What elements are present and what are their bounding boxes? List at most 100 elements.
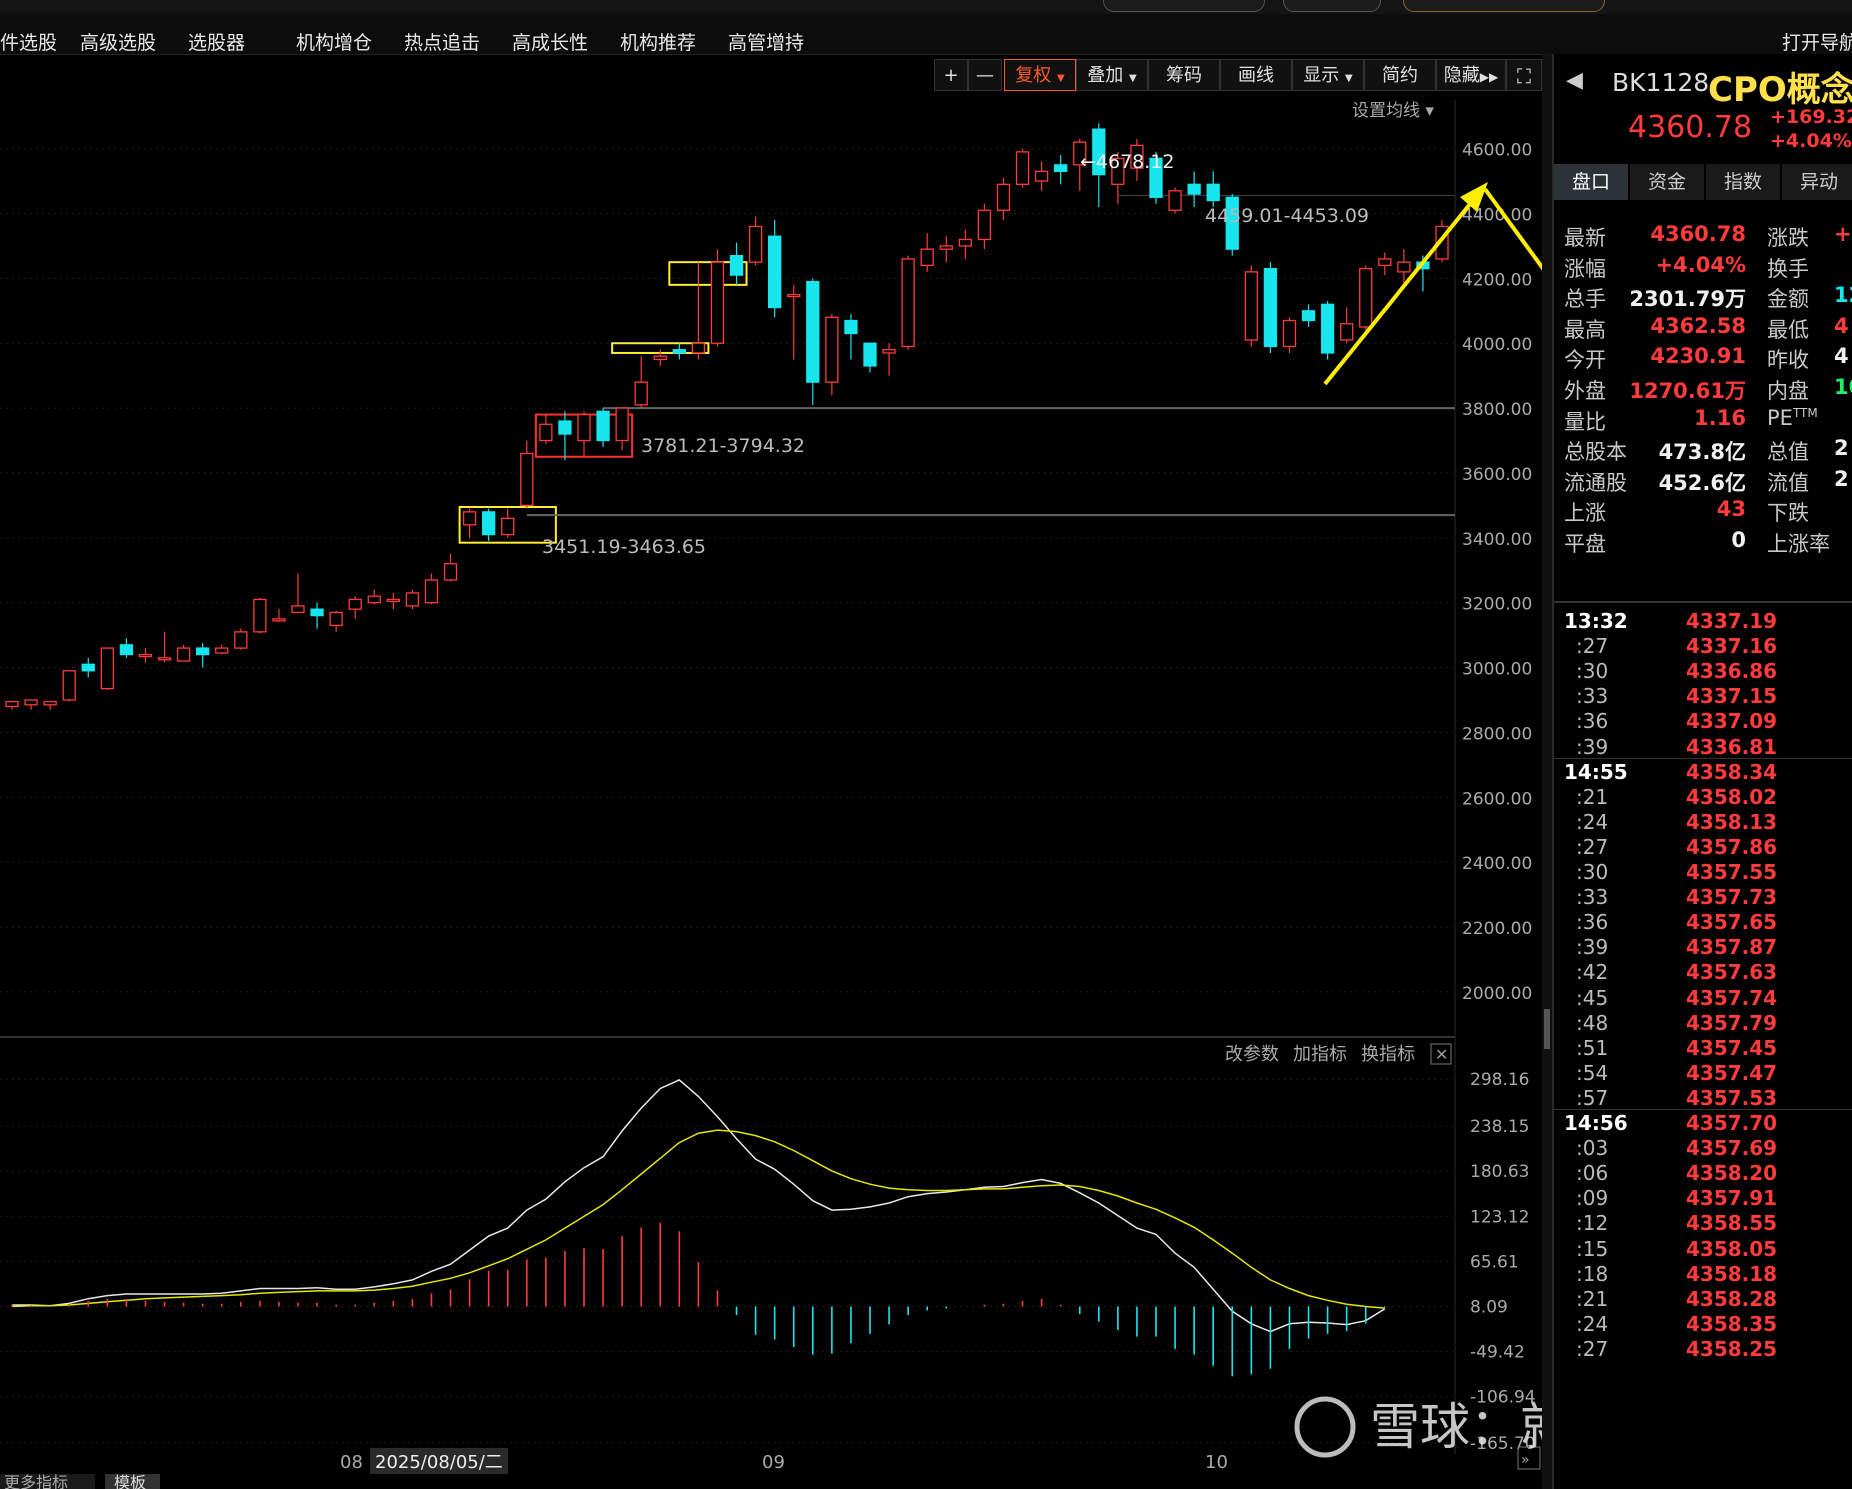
candle[interactable]	[1034, 161, 1049, 191]
candle[interactable]	[1378, 252, 1392, 276]
candle[interactable]	[405, 589, 420, 610]
menu-item-advanced-select[interactable]: 高级选股	[80, 28, 156, 55]
x-label-08: 08	[340, 1452, 363, 1473]
candle[interactable]	[920, 232, 934, 272]
candle[interactable]	[1187, 171, 1201, 208]
candle[interactable]	[691, 262, 706, 360]
candle[interactable]	[329, 610, 343, 632]
bottom-tab-more-label: 更多指标	[4, 1473, 68, 1489]
candle[interactable]	[901, 255, 915, 350]
candle-body	[653, 355, 667, 361]
candle[interactable]	[157, 631, 172, 663]
open-navigation-link[interactable]: 打开导航	[1782, 28, 1852, 55]
switch-indicator-button[interactable]: 换指标	[1361, 1044, 1415, 1065]
candle[interactable]	[539, 414, 553, 444]
candle[interactable]	[1320, 301, 1335, 360]
menu-item-condition-select[interactable]: 件选股	[0, 28, 57, 55]
candle[interactable]	[62, 670, 76, 702]
candle[interactable]	[386, 592, 400, 610]
watermark-text: 雪球：就是死不了	[1370, 1398, 1552, 1456]
candle[interactable]	[939, 236, 953, 263]
candle[interactable]	[806, 278, 820, 405]
candle[interactable]	[577, 411, 591, 457]
candle[interactable]	[977, 203, 992, 250]
add-indicator-button[interactable]: 加指标	[1293, 1044, 1347, 1065]
candle[interactable]	[1301, 304, 1316, 328]
menu-item-hotspot[interactable]: 热点追击	[404, 28, 480, 55]
candle[interactable]	[882, 343, 896, 376]
candle[interactable]	[81, 657, 95, 678]
tab-abnormal[interactable]: 异动	[1782, 164, 1852, 200]
set-ma-dropdown[interactable]: 设置均线 ▾	[1352, 101, 1434, 121]
candle[interactable]	[996, 177, 1011, 220]
multi-window-pill[interactable]	[1283, 0, 1381, 12]
candle[interactable]	[1168, 187, 1182, 214]
candle[interactable]	[1206, 171, 1220, 208]
menu-item-institution-increase[interactable]: 机构增仓	[296, 28, 372, 55]
candle[interactable]	[710, 249, 725, 347]
news-pill[interactable]	[1403, 0, 1605, 12]
candle[interactable]	[615, 407, 629, 451]
candle[interactable]	[634, 356, 648, 409]
menu-item-stock-selector[interactable]: 选股器	[188, 28, 245, 55]
candle[interactable]	[1015, 148, 1030, 188]
candle[interactable]	[215, 644, 229, 655]
candle[interactable]	[100, 647, 114, 691]
candle[interactable]	[748, 216, 763, 266]
candle[interactable]	[1263, 262, 1278, 353]
candle[interactable]	[672, 343, 686, 360]
candle[interactable]	[24, 699, 38, 710]
candle[interactable]	[43, 700, 57, 710]
candle[interactable]	[596, 408, 610, 448]
candle[interactable]	[367, 589, 381, 605]
candle[interactable]	[1054, 155, 1068, 185]
candle[interactable]	[1359, 265, 1373, 331]
candle[interactable]	[863, 342, 877, 373]
candle[interactable]	[196, 643, 210, 668]
tick-time: :21	[1576, 1286, 1609, 1311]
tick-time: :27	[1576, 634, 1609, 659]
candle[interactable]	[520, 440, 534, 509]
splitter-handle[interactable]	[1544, 1009, 1550, 1049]
menu-item-institution-recommend[interactable]: 机构推荐	[620, 28, 696, 55]
menu-item-executive-increase[interactable]: 高管增持	[728, 28, 804, 55]
candle[interactable]	[253, 597, 267, 634]
candle[interactable]	[462, 508, 477, 538]
candle[interactable]	[768, 219, 782, 318]
candle[interactable]	[5, 700, 19, 710]
candle[interactable]	[424, 573, 439, 605]
tab-funds[interactable]: 资金	[1630, 164, 1704, 200]
candle[interactable]	[176, 644, 191, 662]
candle[interactable]	[443, 554, 458, 582]
candle[interactable]	[348, 596, 362, 619]
candle[interactable]	[501, 508, 515, 538]
back-arrow-icon[interactable]: ◀	[1566, 68, 1583, 93]
menu-item-high-growth[interactable]: 高成长性	[512, 28, 588, 55]
candle-body	[787, 293, 801, 298]
candle[interactable]	[291, 573, 305, 614]
tick-price: 4358.20	[1686, 1161, 1778, 1186]
candle[interactable]	[558, 411, 572, 460]
candle[interactable]	[1340, 307, 1354, 344]
candle[interactable]	[119, 638, 134, 658]
quick-trade-pill[interactable]	[1103, 0, 1265, 12]
candle[interactable]	[787, 284, 801, 360]
candle[interactable]	[138, 648, 153, 663]
tab-pankou[interactable]: 盘口	[1554, 164, 1628, 200]
kline-chart[interactable]: 4600.004400.004200.004000.003800.003600.…	[0, 54, 1552, 1489]
candle[interactable]	[272, 609, 286, 623]
candle[interactable]	[825, 314, 839, 396]
tick-time: :24	[1576, 1311, 1609, 1336]
candle[interactable]	[844, 314, 858, 360]
quote-label: 最新	[1564, 226, 1606, 250]
candle[interactable]	[1282, 317, 1297, 353]
candle[interactable]	[958, 229, 972, 259]
panel-splitter[interactable]	[1542, 54, 1552, 1489]
tab-index[interactable]: 指数	[1706, 164, 1780, 200]
candle[interactable]	[1244, 265, 1258, 347]
candle[interactable]	[234, 628, 248, 650]
candle[interactable]	[482, 508, 496, 542]
candle[interactable]	[310, 602, 324, 629]
tick-price: 4337.15	[1686, 684, 1778, 709]
edit-params-button[interactable]: 改参数	[1225, 1044, 1279, 1065]
